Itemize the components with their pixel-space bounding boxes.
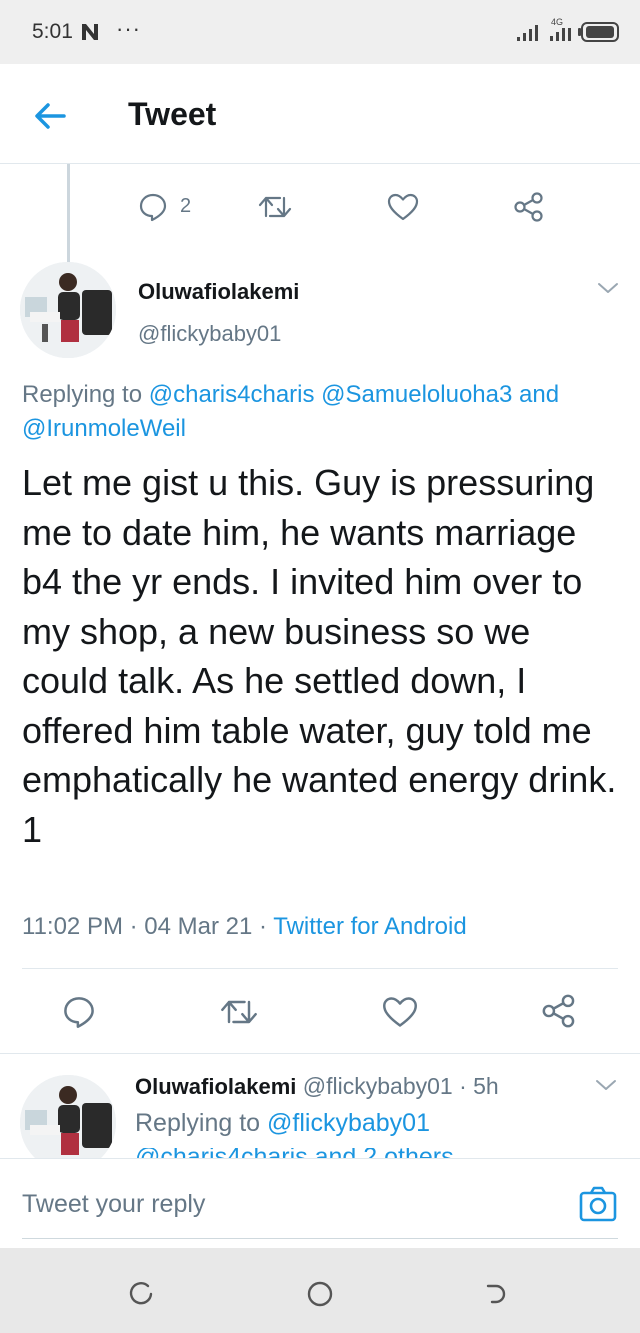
reply-icon[interactable] (62, 995, 96, 1029)
retweet-icon[interactable] (219, 995, 259, 1029)
camera-icon[interactable] (578, 1185, 618, 1223)
share-icon[interactable] (541, 994, 577, 1028)
tweet-time: 11:02 PM (22, 913, 123, 940)
reply-count: 2 (180, 195, 192, 217)
share-icon[interactable] (513, 192, 545, 222)
avatar-photo (20, 262, 116, 358)
divider (0, 1053, 640, 1054)
tweet-text: Let me gist u this. Guy is pressuring me… (22, 462, 617, 850)
recent-apps-icon[interactable] (128, 1281, 154, 1307)
thread-line (67, 164, 70, 264)
replying-to-label: Replying to (135, 1109, 261, 1137)
status-bar: 5:01 ··· 4G (0, 0, 640, 64)
tweet-source[interactable]: Twitter for Android (273, 913, 466, 940)
back-nav-icon[interactable] (484, 1281, 510, 1307)
author-name[interactable]: Oluwafiolakemi (138, 279, 299, 305)
divider (22, 968, 618, 969)
mention-link[interactable]: @flickybaby01 (267, 1109, 430, 1137)
tweet-meta: 11:02 PM · 04 Mar 21 · Twitter for Andro… (22, 913, 467, 941)
next-tweet-header: Oluwafiolakemi @flickybaby01 · 5h (135, 1073, 499, 1100)
author-handle[interactable]: @flickybaby01 (303, 1073, 453, 1099)
mention-link[interactable]: @charis4charis (149, 381, 315, 408)
chevron-down-icon[interactable] (594, 1077, 618, 1093)
replying-others[interactable]: @charis4charis and 2 others (135, 1148, 640, 1158)
home-icon[interactable] (306, 1280, 334, 1308)
replying-to-label: Replying to (22, 381, 143, 408)
replying-to: Replying to @flickybaby01 (135, 1109, 430, 1138)
author-handle[interactable]: @flickybaby01 (138, 321, 281, 347)
more-notifications-icon: ··· (116, 16, 141, 41)
meta-separator: · (259, 913, 268, 940)
notification-n-icon (82, 24, 98, 40)
reply-icon[interactable] (138, 192, 168, 222)
avatar[interactable] (20, 1075, 116, 1171)
tweet-age: · 5h (459, 1073, 499, 1099)
retweet-icon[interactable] (257, 192, 293, 222)
signal-4g-icon (550, 28, 571, 41)
battery-icon (578, 22, 619, 42)
meta-separator: · (129, 913, 138, 940)
nav-bar (0, 1248, 640, 1333)
replying-to: Replying to @charis4charis @Samueloluoha… (22, 378, 622, 446)
avatar[interactable] (20, 262, 116, 358)
app-bar (0, 64, 640, 164)
replying-and: and (519, 381, 560, 408)
cut-line-clip: @charis4charis and 2 others (135, 1148, 640, 1158)
signal-icon (517, 25, 538, 41)
reply-input[interactable]: Tweet your reply (22, 1190, 205, 1219)
status-time: 5:01 (32, 20, 73, 43)
mention-link[interactable]: @IrunmoleWeil (22, 415, 186, 442)
like-icon[interactable] (387, 192, 419, 222)
tweet-date: 04 Mar 21 (144, 913, 253, 940)
like-icon[interactable] (382, 995, 418, 1029)
author-name[interactable]: Oluwafiolakemi (135, 1074, 296, 1099)
chevron-down-icon[interactable] (596, 280, 620, 296)
mention-link[interactable]: @Samueloluoha3 (321, 381, 512, 408)
avatar-photo (20, 1075, 116, 1171)
input-underline (22, 1238, 618, 1239)
page-title: Tweet (128, 96, 217, 132)
back-arrow-icon[interactable] (30, 96, 70, 136)
